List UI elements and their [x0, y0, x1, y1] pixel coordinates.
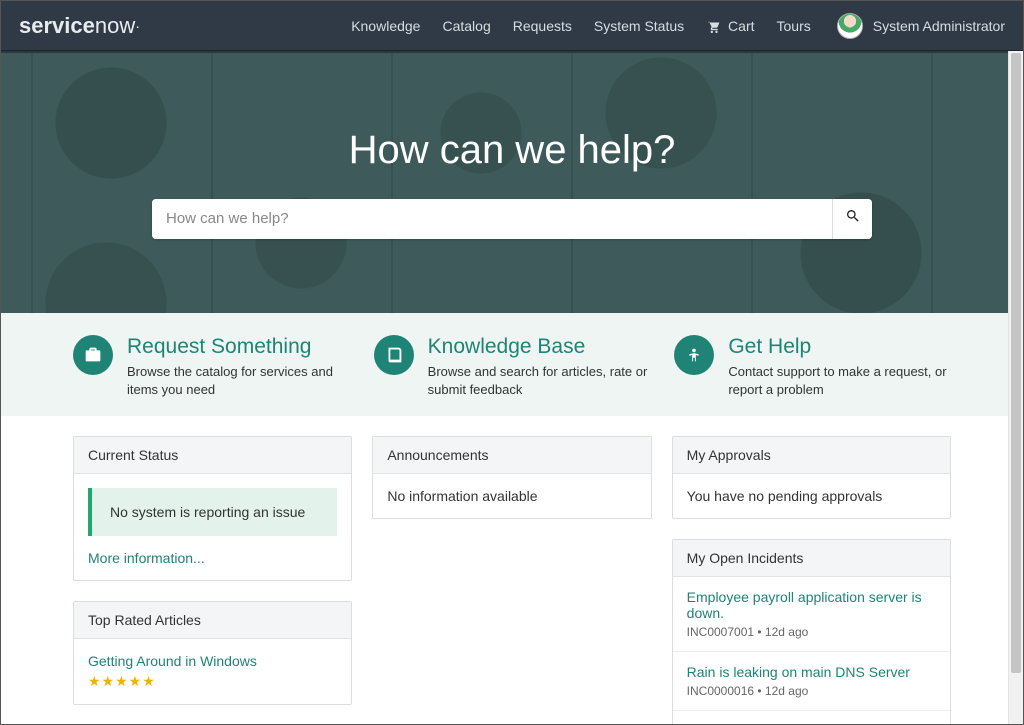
quick-link-desc: Contact support to make a request, or re… [728, 363, 951, 398]
book-icon [374, 335, 414, 375]
brand-logo[interactable]: servicenow. [19, 13, 139, 39]
panel-header: Announcements [373, 437, 650, 474]
nav-link-catalog[interactable]: Catalog [442, 18, 490, 34]
quick-link-desc: Browse and search for articles, rate or … [428, 363, 651, 398]
incident-item: JavaScript error on hiring page of corpo… [673, 710, 950, 724]
search-button[interactable] [832, 199, 872, 239]
hero-title: How can we help? [349, 128, 676, 173]
panel-header: My Open Incidents [673, 540, 950, 577]
panel-top-rated-articles: Top Rated Articles Getting Around in Win… [73, 601, 352, 705]
panel-header: Top Rated Articles [74, 602, 351, 639]
quick-link-title: Get Help [728, 335, 951, 359]
briefcase-icon [73, 335, 113, 375]
search-input[interactable] [152, 199, 832, 239]
nav-link-tours[interactable]: Tours [777, 18, 811, 34]
quick-link-desc: Browse the catalog for services and item… [127, 363, 350, 398]
user-menu[interactable]: System Administrator [837, 13, 1005, 39]
incident-list: Employee payroll application server is d… [673, 577, 950, 724]
article-link[interactable]: Getting Around in Windows [88, 653, 337, 669]
quick-link-title: Request Something [127, 335, 350, 359]
middle-column: Announcements No information available [372, 436, 651, 724]
left-column: Current Status No system is reporting an… [73, 436, 352, 724]
quick-link-title: Knowledge Base [428, 335, 651, 359]
incident-link[interactable]: Rain is leaking on main DNS Server [687, 664, 936, 680]
quick-link-request-something[interactable]: Request Something Browse the catalog for… [73, 335, 350, 398]
incident-link[interactable]: JavaScript error on hiring page of corpo… [687, 723, 936, 724]
status-banner: No system is reporting an issue [88, 488, 337, 536]
search-bar [152, 199, 872, 239]
quick-links-strip: Request Something Browse the catalog for… [1, 313, 1023, 416]
quick-link-get-help[interactable]: Get Help Contact support to make a reque… [674, 335, 951, 398]
incident-meta: INC0007001 • 12d ago [687, 625, 936, 639]
incident-item: Employee payroll application server is d… [673, 577, 950, 651]
nav-link-system-status[interactable]: System Status [594, 18, 684, 34]
panel-header: Current Status [74, 437, 351, 474]
incident-link[interactable]: Employee payroll application server is d… [687, 589, 936, 621]
main-content: Current Status No system is reporting an… [1, 416, 1023, 724]
cart-icon [706, 18, 724, 34]
avatar [837, 13, 863, 39]
star-rating: ★★★★★ [88, 673, 337, 690]
quick-link-knowledge-base[interactable]: Knowledge Base Browse and search for art… [374, 335, 651, 398]
announcements-body: No information available [373, 474, 650, 518]
incident-meta: INC0000016 • 12d ago [687, 684, 936, 698]
panel-announcements: Announcements No information available [372, 436, 651, 519]
panel-my-approvals: My Approvals You have no pending approva… [672, 436, 951, 519]
brand-text: service [19, 13, 95, 39]
panel-my-open-incidents: My Open Incidents Employee payroll appli… [672, 539, 951, 724]
more-information-link[interactable]: More information... [88, 550, 205, 566]
right-column: My Approvals You have no pending approva… [672, 436, 951, 724]
person-icon [674, 335, 714, 375]
incident-item: Rain is leaking on main DNS Server INC00… [673, 651, 950, 710]
approvals-body: You have no pending approvals [673, 474, 950, 518]
panel-current-status: Current Status No system is reporting an… [73, 436, 352, 581]
nav-links: Knowledge Catalog Requests System Status… [351, 18, 811, 34]
brand-dot: . [136, 20, 139, 31]
scrollbar[interactable] [1008, 51, 1023, 724]
nav-link-requests[interactable]: Requests [513, 18, 572, 34]
panel-header: My Approvals [673, 437, 950, 474]
user-name: System Administrator [873, 18, 1005, 34]
hero: How can we help? [1, 51, 1023, 313]
nav-link-knowledge[interactable]: Knowledge [351, 18, 420, 34]
scrollbar-thumb[interactable] [1011, 53, 1021, 673]
cart-label: Cart [728, 18, 754, 34]
top-nav: servicenow. Knowledge Catalog Requests S… [1, 1, 1023, 51]
search-icon [845, 211, 861, 228]
brand-text-light: now [95, 13, 135, 39]
nav-link-cart[interactable]: Cart [706, 18, 754, 34]
